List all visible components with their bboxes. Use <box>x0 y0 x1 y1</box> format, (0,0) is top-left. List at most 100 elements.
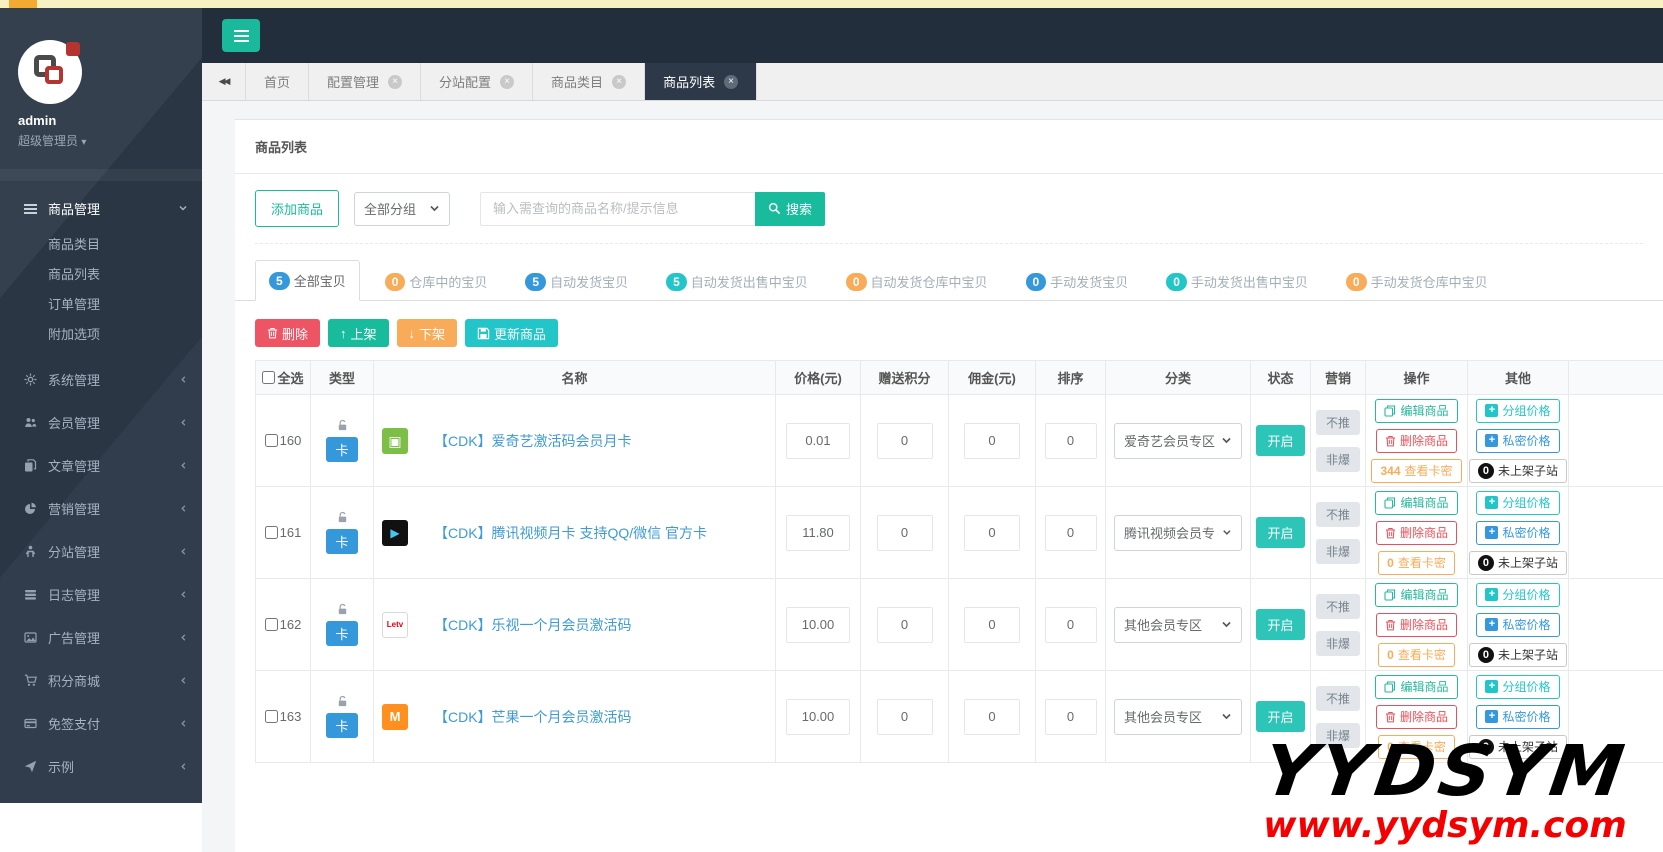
offline-subsites-button[interactable]: 0 未上架子站 <box>1468 550 1567 575</box>
view-cards-button[interactable]: 0 查看卡密 <box>1378 734 1455 759</box>
edit-product-button[interactable]: 编辑商品 <box>1375 674 1458 699</box>
bulk-offshelf-button[interactable]: ↓ 下架 <box>396 319 458 347</box>
commission-input[interactable]: 0 <box>964 606 1020 643</box>
status-toggle-button[interactable]: 开启 <box>1256 517 1305 548</box>
private-price-button[interactable]: + 私密价格 <box>1476 612 1560 637</box>
sidebar-item-payment[interactable]: 免签支付 <box>0 702 202 745</box>
offline-subsites-button[interactable]: 0 未上架子站 <box>1468 734 1567 759</box>
product-name-link[interactable]: 【CDK】腾讯视频月卡 支持QQ/微信 官方卡 <box>434 523 707 543</box>
menu-toggle-button[interactable] <box>222 19 260 52</box>
row-checkbox[interactable] <box>264 710 278 723</box>
private-price-button[interactable]: + 私密价格 <box>1476 520 1560 545</box>
sidebar-item-subsite-management[interactable]: 分站管理 <box>0 530 202 573</box>
sidebar-item-ad-management[interactable]: 广告管理 <box>0 616 202 659</box>
price-input[interactable]: 11.80 <box>786 514 850 551</box>
commission-input[interactable]: 0 <box>964 422 1020 459</box>
commission-input[interactable]: 0 <box>964 698 1020 735</box>
page-tab[interactable]: 首页 × <box>246 63 310 100</box>
sidebar-item-extra-options[interactable]: 附加选项 <box>0 320 202 350</box>
product-name-link[interactable]: 【CDK】爱奇艺激活码会员月卡 <box>434 431 632 451</box>
search-button[interactable]: 搜索 <box>755 191 826 226</box>
sidebar-item-product-categories[interactable]: 商品类目 <box>0 230 202 260</box>
sidebar-item-member-management[interactable]: 会员管理 <box>0 401 202 444</box>
bulk-delete-button[interactable]: 删除 <box>255 319 321 347</box>
view-cards-button[interactable]: 344 查看卡密 <box>1371 458 1462 483</box>
bulk-onshelf-button[interactable]: ↑ 上架 <box>328 319 389 347</box>
offline-subsites-button[interactable]: 0 未上架子站 <box>1468 642 1567 667</box>
status-toggle-button[interactable]: 开启 <box>1256 609 1305 640</box>
category-select[interactable]: 其他会员专区 <box>1114 606 1242 643</box>
group-price-button[interactable]: + 分组价格 <box>1476 398 1560 423</box>
tab-close-icon[interactable]: × <box>388 74 403 89</box>
sidebar-item-article-management[interactable]: 文章管理 <box>0 444 202 487</box>
sort-input[interactable]: 0 <box>1044 606 1097 643</box>
search-input[interactable] <box>480 191 756 226</box>
sidebar-item-product-list[interactable]: 商品列表 <box>0 260 202 290</box>
not-hot-badge[interactable]: 非爆 <box>1315 446 1360 472</box>
delete-product-button[interactable]: 删除商品 <box>1375 428 1457 453</box>
sidebar-item-marketing-management[interactable]: 营销管理 <box>0 487 202 530</box>
not-recommended-badge[interactable]: 不推 <box>1315 593 1360 619</box>
sidebar-item-order-management[interactable]: 订单管理 <box>0 290 202 320</box>
product-name-link[interactable]: 【CDK】芒果一个月会员激活码 <box>434 707 632 727</box>
row-checkbox[interactable] <box>264 434 278 447</box>
group-price-button[interactable]: + 分组价格 <box>1476 674 1560 699</box>
product-name-link[interactable]: 【CDK】乐视一个月会员激活码 <box>434 615 632 635</box>
sort-input[interactable]: 0 <box>1044 514 1097 551</box>
sidebar-item-log-management[interactable]: 日志管理 <box>0 573 202 616</box>
points-input[interactable]: 0 <box>876 606 933 643</box>
tab-close-icon[interactable]: × <box>612 74 627 89</box>
category-select[interactable]: 爱奇艺会员专区 <box>1114 422 1242 459</box>
status-toggle-button[interactable]: 开启 <box>1256 701 1305 732</box>
edit-product-button[interactable]: 编辑商品 <box>1375 398 1458 423</box>
not-hot-badge[interactable]: 非爆 <box>1315 538 1360 564</box>
not-hot-badge[interactable]: 非爆 <box>1315 722 1360 748</box>
row-checkbox[interactable] <box>264 526 278 539</box>
view-cards-button[interactable]: 0 查看卡密 <box>1378 642 1455 667</box>
sort-input[interactable]: 0 <box>1044 698 1097 735</box>
price-input[interactable]: 10.00 <box>786 698 850 735</box>
price-input[interactable]: 0.01 <box>786 422 850 459</box>
status-toggle-button[interactable]: 开启 <box>1256 425 1305 456</box>
price-input[interactable]: 10.00 <box>786 606 850 643</box>
delete-product-button[interactable]: 删除商品 <box>1375 520 1457 545</box>
bulk-update-button[interactable]: 更新商品 <box>465 319 559 347</box>
not-recommended-badge[interactable]: 不推 <box>1315 685 1360 711</box>
edit-product-button[interactable]: 编辑商品 <box>1375 490 1458 515</box>
filter-tab[interactable]: 0 手动发货宝贝 <box>1013 262 1142 301</box>
filter-tab[interactable]: 0 自动发货仓库中宝贝 <box>833 262 1001 301</box>
edit-product-button[interactable]: 编辑商品 <box>1375 582 1458 607</box>
tab-close-icon[interactable]: × <box>500 74 515 89</box>
filter-tab[interactable]: 0 手动发货出售中宝贝 <box>1153 262 1321 301</box>
sidebar-item-product-management[interactable]: 商品管理 <box>0 187 202 230</box>
points-input[interactable]: 0 <box>876 698 933 735</box>
view-cards-button[interactable]: 0 查看卡密 <box>1378 550 1455 575</box>
sidebar-item-points-mall[interactable]: 积分商城 <box>0 659 202 702</box>
page-tab[interactable]: 商品列表 × <box>645 63 758 100</box>
filter-tab[interactable]: 0 手动发货仓库中宝贝 <box>1333 262 1501 301</box>
points-input[interactable]: 0 <box>876 422 933 459</box>
row-checkbox[interactable] <box>264 618 278 631</box>
category-select[interactable]: 腾讯视频会员专区 <box>1114 514 1242 551</box>
filter-tab[interactable]: 5 自动发货出售中宝贝 <box>653 262 821 301</box>
category-select[interactable]: 其他会员专区 <box>1114 698 1242 735</box>
filter-tab[interactable]: 0 仓库中的宝贝 <box>372 262 501 301</box>
delete-product-button[interactable]: 删除商品 <box>1375 612 1457 637</box>
private-price-button[interactable]: + 私密价格 <box>1476 428 1560 453</box>
sort-input[interactable]: 0 <box>1044 422 1097 459</box>
group-filter-select[interactable]: 全部分组 <box>354 191 451 226</box>
collapse-tabs-icon[interactable]: ◀◀ <box>202 63 246 100</box>
sidebar-item-examples[interactable]: 示例 <box>0 745 202 788</box>
commission-input[interactable]: 0 <box>964 514 1020 551</box>
not-recommended-badge[interactable]: 不推 <box>1315 409 1360 435</box>
sidebar-item-system-management[interactable]: 系统管理 <box>0 358 202 401</box>
not-hot-badge[interactable]: 非爆 <box>1315 630 1360 656</box>
filter-tab[interactable]: 5 自动发货宝贝 <box>512 262 641 301</box>
select-all-checkbox[interactable] <box>262 371 276 384</box>
page-tab[interactable]: 商品类目 × <box>533 63 646 100</box>
add-product-button[interactable]: 添加商品 <box>255 190 340 227</box>
user-role-dropdown[interactable]: 超级管理员 ▾ <box>18 132 202 149</box>
filter-tab[interactable]: 5 全部宝贝 <box>255 260 360 301</box>
tab-close-icon[interactable]: × <box>724 74 739 89</box>
points-input[interactable]: 0 <box>876 514 933 551</box>
